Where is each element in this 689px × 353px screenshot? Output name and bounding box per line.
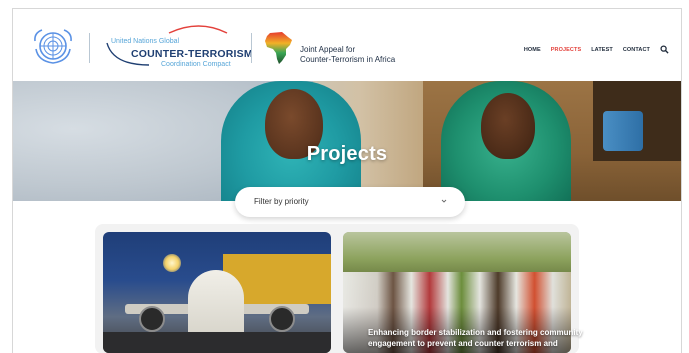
- header-divider: [251, 33, 252, 63]
- nav-projects[interactable]: PROJECTS: [551, 47, 581, 53]
- card-image-trees: [343, 232, 571, 276]
- ctcc-line1: United Nations Global: [111, 38, 180, 45]
- africa-map-icon[interactable]: [264, 31, 294, 65]
- ctcc-logo[interactable]: United Nations Global COUNTER-TERRORISM …: [103, 21, 253, 71]
- project-card-title[interactable]: Enhancing border stabilization and foste…: [368, 327, 598, 349]
- joint-appeal-line2: Counter-Terrorism in Africa: [300, 55, 396, 64]
- ctcc-line3: Coordination Compact: [161, 61, 231, 68]
- ctcc-line2: COUNTER-TERRORISM: [131, 48, 253, 60]
- card-image-tarmac: [103, 332, 331, 353]
- project-card-title-line: engagement to prevent and counter terror…: [368, 339, 558, 348]
- project-card[interactable]: [103, 232, 331, 353]
- search-icon[interactable]: [660, 45, 669, 54]
- nav-home[interactable]: HOME: [524, 47, 541, 53]
- priority-filter-select[interactable]: Filter by priority: [235, 187, 465, 217]
- nav-latest[interactable]: LATEST: [591, 47, 613, 53]
- hero-banner: Projects: [13, 81, 681, 201]
- header-divider: [89, 33, 90, 63]
- joint-appeal-line1: Joint Appeal for: [300, 45, 356, 54]
- nav-contact[interactable]: CONTACT: [623, 47, 650, 53]
- un-emblem-icon[interactable]: [32, 27, 74, 65]
- joint-appeal-title[interactable]: Joint Appeal for Counter-Terrorism in Af…: [300, 45, 395, 65]
- card-image-light: [163, 254, 181, 272]
- chevron-down-icon: [441, 199, 447, 203]
- main-nav: HOME PROJECTS LATEST CONTACT: [524, 45, 669, 54]
- site-header: United Nations Global COUNTER-TERRORISM …: [13, 9, 681, 81]
- filter-label: Filter by priority: [254, 197, 309, 206]
- card-image-engine: [139, 306, 165, 332]
- page-title: Projects: [306, 143, 388, 165]
- card-image-engine: [269, 306, 295, 332]
- card-image-airplane: [188, 270, 244, 340]
- project-card-title-line: Enhancing border stabilization and foste…: [368, 328, 583, 337]
